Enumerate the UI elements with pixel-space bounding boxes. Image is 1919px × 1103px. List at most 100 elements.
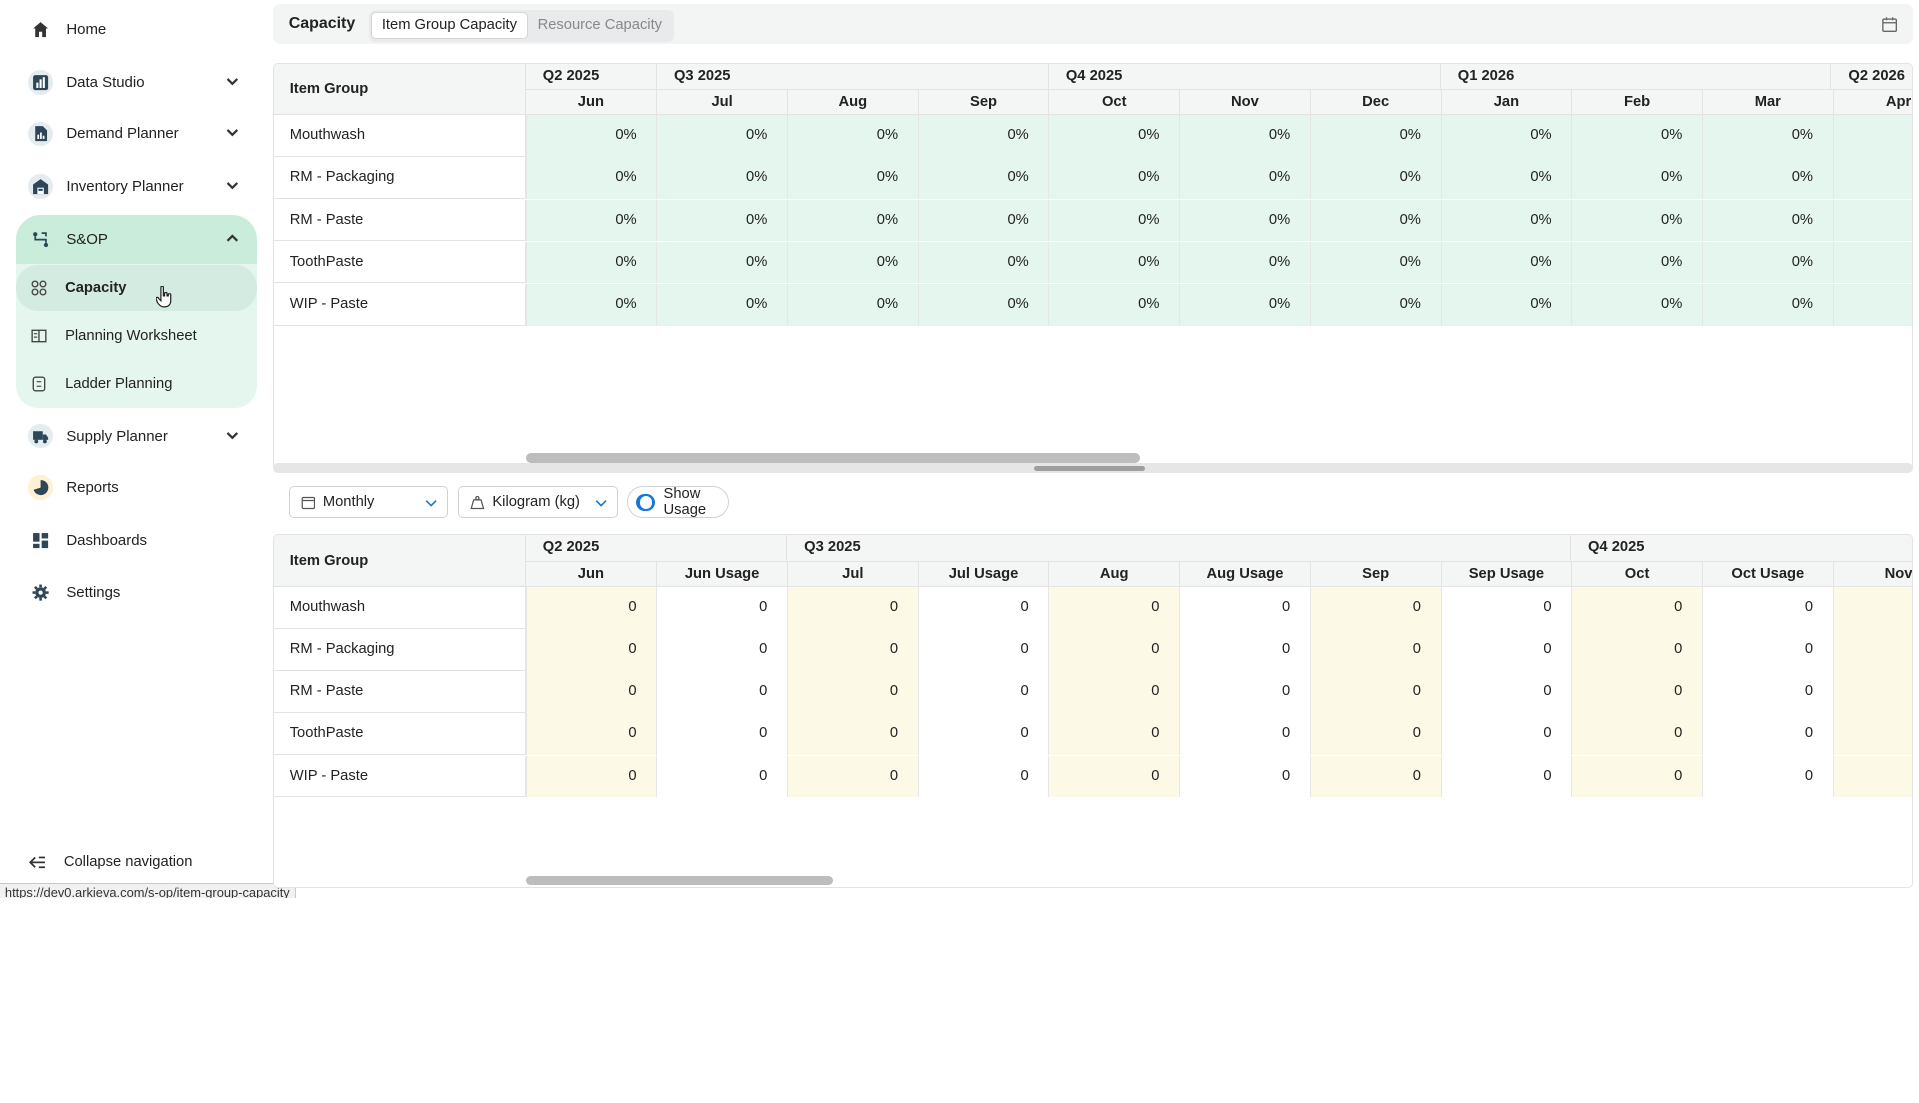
horizontal-scrollbar[interactable]: [525, 453, 1140, 463]
table-cell[interactable]: 0: [1571, 671, 1702, 714]
column-header[interactable]: Oct Usage: [1701, 562, 1833, 587]
period-dropdown[interactable]: Monthly: [288, 486, 449, 519]
table-cell[interactable]: 0: [656, 586, 787, 629]
row-label[interactable]: ToothPaste: [274, 241, 526, 284]
table-cell[interactable]: 0: [917, 755, 1049, 798]
table-cell[interactable]: 0: [1048, 629, 1180, 671]
table-cell[interactable]: 0%: [1179, 283, 1310, 326]
tab-item-group-capacity[interactable]: Item Group Capacity: [371, 12, 528, 40]
column-header[interactable]: Jan: [1440, 90, 1572, 115]
table-cell[interactable]: 0: [525, 586, 657, 629]
sidebar-item-capacity[interactable]: Capacity: [15, 265, 257, 311]
table-cell[interactable]: 0: [1048, 713, 1180, 756]
table-cell[interactable]: 0%: [525, 157, 657, 200]
table-cell[interactable]: 0: [1309, 629, 1441, 671]
table-cell[interactable]: 0: [1440, 755, 1572, 798]
table-cell[interactable]: 0%: [1701, 199, 1833, 242]
table-cell[interactable]: 0: [656, 755, 787, 798]
table-cell[interactable]: 0: [786, 713, 918, 756]
table-cell[interactable]: 0: [1048, 586, 1180, 629]
table-cell[interactable]: 0: [1309, 713, 1441, 756]
table-cell[interactable]: [1832, 629, 1912, 671]
table-cell[interactable]: 0: [1440, 586, 1572, 629]
table-cell[interactable]: 0%: [656, 157, 787, 200]
table-cell[interactable]: 0%: [917, 157, 1049, 200]
row-label[interactable]: RM - Packaging: [274, 157, 526, 200]
table-cell[interactable]: 0%: [1179, 199, 1310, 242]
column-header[interactable]: Jun: [526, 90, 657, 115]
column-header[interactable]: Aug: [786, 90, 918, 115]
row-label[interactable]: RM - Packaging: [274, 629, 526, 671]
nav-item-supply-planner[interactable]: Supply Planner: [16, 412, 257, 461]
row-label[interactable]: Mouthwash: [274, 115, 526, 157]
table-cell[interactable]: 0%: [1440, 157, 1572, 200]
table-cell[interactable]: 0%: [1048, 115, 1180, 157]
toggle-switch[interactable]: [636, 493, 655, 512]
unit-dropdown[interactable]: Kilogram (kg): [458, 486, 618, 519]
table-cell[interactable]: 0%: [525, 199, 657, 242]
table-cell[interactable]: 0%: [1309, 283, 1441, 326]
table-cell[interactable]: 0: [917, 586, 1049, 629]
table-cell[interactable]: 0: [1179, 755, 1310, 798]
nav-item-dashboards[interactable]: Dashboards: [16, 516, 257, 565]
row-label[interactable]: WIP - Paste: [274, 283, 526, 326]
nav-item-demand-planner[interactable]: Demand Planner: [16, 109, 257, 158]
column-header[interactable]: Jul: [786, 562, 918, 587]
chevron-down-icon[interactable]: [225, 428, 240, 443]
table-cell[interactable]: 0: [1179, 586, 1310, 629]
table-cell[interactable]: 0%: [1701, 241, 1833, 284]
table-cell[interactable]: [1832, 115, 1912, 157]
nav-item-reports[interactable]: Reports: [16, 463, 257, 512]
table-cell[interactable]: 0%: [786, 199, 918, 242]
table-cell[interactable]: [1832, 713, 1912, 756]
column-header[interactable]: Sep: [1309, 562, 1441, 587]
table-cell[interactable]: [1832, 157, 1912, 200]
row-label[interactable]: RM - Paste: [274, 199, 526, 242]
panel-splitter[interactable]: [272, 463, 1913, 473]
table-cell[interactable]: 0: [1571, 755, 1702, 798]
table-cell[interactable]: [1832, 199, 1912, 242]
column-header[interactable]: Oct: [1048, 90, 1179, 115]
column-header-item-group[interactable]: Item Group: [273, 535, 526, 587]
column-header[interactable]: Apr: [1832, 90, 1912, 115]
show-usage-toggle[interactable]: Show Usage: [626, 486, 729, 518]
table-cell[interactable]: 0: [1048, 755, 1180, 798]
chevron-down-icon[interactable]: [225, 178, 240, 193]
table-cell[interactable]: 0%: [1440, 115, 1572, 157]
nav-item-sop[interactable]: S&OP: [15, 214, 257, 265]
row-label[interactable]: WIP - Paste: [274, 755, 526, 798]
table-cell[interactable]: 0%: [1440, 199, 1572, 242]
chevron-down-icon[interactable]: [225, 125, 240, 140]
table-cell[interactable]: 0%: [1701, 283, 1833, 326]
table-cell[interactable]: 0%: [1440, 241, 1572, 284]
tab-resource-capacity[interactable]: Resource Capacity: [528, 12, 672, 39]
table-cell[interactable]: 0: [1701, 629, 1833, 671]
row-label[interactable]: ToothPaste: [274, 713, 526, 756]
table-cell[interactable]: 0%: [1048, 241, 1180, 284]
table-cell[interactable]: [1832, 586, 1912, 629]
table-cell[interactable]: 0%: [1571, 283, 1702, 326]
collapse-navigation-button[interactable]: Collapse navigation: [29, 848, 192, 877]
table-cell[interactable]: 0%: [1701, 115, 1833, 157]
column-header[interactable]: Sep: [917, 90, 1049, 115]
column-header[interactable]: Aug: [1048, 562, 1179, 587]
column-header[interactable]: Mar: [1701, 90, 1833, 115]
table-cell[interactable]: [1832, 283, 1912, 326]
table-cell[interactable]: 0: [1701, 755, 1833, 798]
table-cell[interactable]: 0: [1179, 713, 1310, 756]
table-cell[interactable]: 0: [1309, 586, 1441, 629]
table-cell[interactable]: 0: [1701, 671, 1833, 714]
table-cell[interactable]: 0%: [1701, 157, 1833, 200]
column-header-item-group[interactable]: Item Group: [273, 63, 526, 116]
splitter-handle[interactable]: [1034, 465, 1145, 471]
row-label[interactable]: RM - Paste: [274, 671, 526, 714]
table-cell[interactable]: 0: [1701, 586, 1833, 629]
table-cell[interactable]: 0: [1440, 713, 1572, 756]
table-cell[interactable]: 0%: [1179, 157, 1310, 200]
table-cell[interactable]: 0%: [1571, 157, 1702, 200]
table-cell[interactable]: 0%: [1309, 115, 1441, 157]
table-cell[interactable]: 0%: [656, 241, 787, 284]
nav-item-settings[interactable]: Settings: [16, 568, 257, 617]
table-cell[interactable]: 0: [656, 671, 787, 714]
table-cell[interactable]: 0: [1440, 629, 1572, 671]
